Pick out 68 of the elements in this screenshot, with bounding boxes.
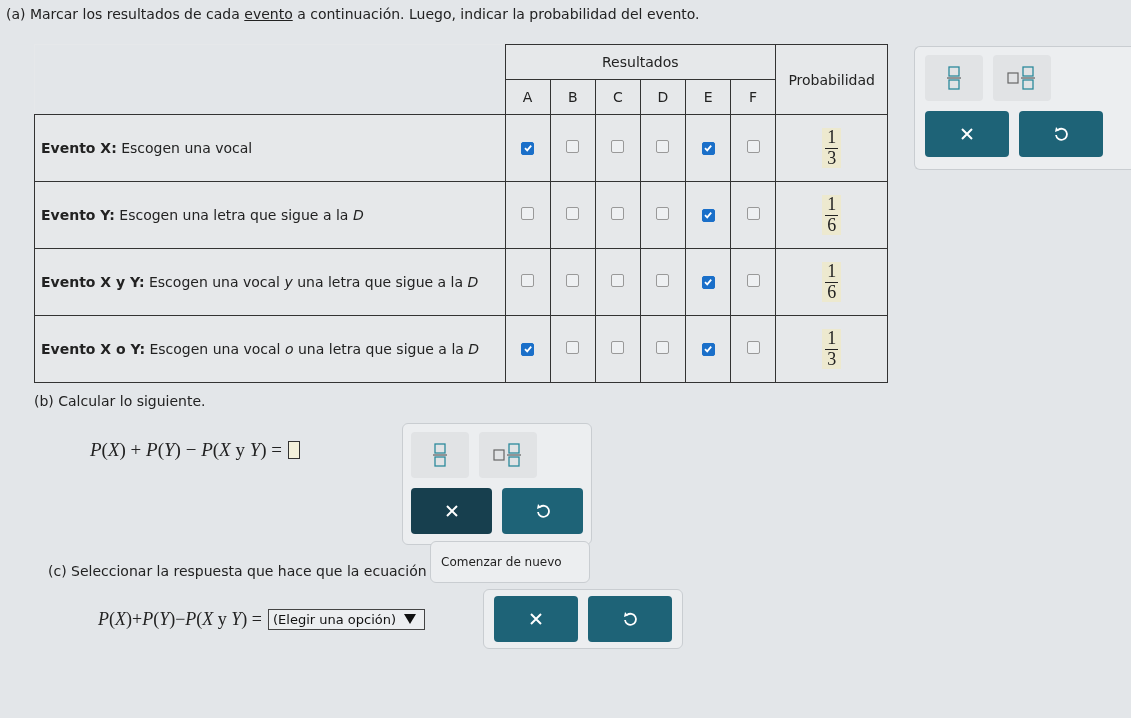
checkbox[interactable] bbox=[521, 342, 535, 356]
event-label: Evento X o Y: Escogen una vocal o una letra que sigue a la D bbox=[41, 341, 480, 357]
checkbox[interactable] bbox=[521, 274, 535, 287]
fraction-button[interactable] bbox=[925, 55, 984, 101]
mixed-number-button[interactable] bbox=[479, 432, 537, 478]
undo-button[interactable] bbox=[588, 596, 673, 642]
undo-button[interactable] bbox=[1019, 111, 1104, 157]
checkbox[interactable] bbox=[521, 141, 535, 155]
table-header: A bbox=[505, 79, 551, 115]
checkbox[interactable] bbox=[701, 275, 715, 289]
checkbox[interactable] bbox=[656, 207, 670, 220]
event-label: Evento X y Y: Escogen una vocal y una letra que sigue a la D bbox=[41, 274, 479, 290]
close-icon bbox=[529, 612, 544, 626]
section-heading: (b) Calcular lo siguiente. bbox=[34, 393, 207, 409]
fraction-button[interactable] bbox=[411, 432, 469, 478]
checkbox[interactable] bbox=[611, 274, 625, 287]
checkbox[interactable] bbox=[611, 341, 625, 354]
checkbox[interactable] bbox=[656, 341, 670, 354]
mixed-number-icon bbox=[1007, 66, 1038, 90]
table-header: Probabilidad bbox=[775, 44, 888, 115]
fraction-icon bbox=[433, 443, 447, 467]
checkbox[interactable] bbox=[566, 207, 580, 220]
checkbox[interactable] bbox=[656, 140, 670, 153]
undo-button[interactable] bbox=[502, 488, 583, 534]
checkbox[interactable] bbox=[746, 207, 760, 220]
undo-icon bbox=[622, 611, 639, 627]
checkbox[interactable] bbox=[656, 274, 670, 287]
table-header: Resultados bbox=[505, 44, 776, 80]
checkbox[interactable] bbox=[746, 341, 760, 354]
dropdown-arrow-icon bbox=[404, 614, 417, 624]
answer-box[interactable] bbox=[288, 441, 301, 459]
probability-fraction: 1 6 bbox=[822, 194, 842, 236]
undo-icon bbox=[534, 503, 551, 519]
evento-link[interactable]: evento bbox=[244, 6, 293, 22]
checkbox[interactable] bbox=[566, 274, 580, 287]
equation: P(X)+P(Y)−P(X y Y) = bbox=[98, 608, 262, 630]
probability-fraction: 1 3 bbox=[822, 328, 842, 370]
undo-icon bbox=[1053, 126, 1070, 142]
checkbox[interactable] bbox=[521, 207, 535, 220]
event-label: Evento Y: Escogen una letra que sigue a la D bbox=[41, 207, 364, 223]
checkbox[interactable] bbox=[566, 341, 580, 354]
probability-fraction: 1 6 bbox=[822, 261, 842, 303]
checkbox[interactable] bbox=[701, 208, 715, 222]
close-icon bbox=[960, 127, 975, 141]
mixed-number-button[interactable] bbox=[993, 55, 1052, 101]
checkbox[interactable] bbox=[701, 342, 715, 356]
event-label: Evento X: Escogen una vocal bbox=[41, 140, 253, 156]
clear-button[interactable] bbox=[494, 596, 579, 642]
fraction-icon bbox=[947, 66, 962, 90]
section-heading: (c) Seleccionar la respuesta que hace que la ecuación bbox=[48, 563, 428, 579]
checkbox[interactable] bbox=[611, 140, 625, 153]
table-header: E bbox=[685, 79, 731, 115]
checkbox[interactable] bbox=[746, 274, 760, 287]
clear-button[interactable] bbox=[925, 111, 1010, 157]
mixed-number-icon bbox=[493, 443, 523, 467]
table-header: D bbox=[640, 79, 686, 115]
equation: P(X) + P(Y) − P(X y Y) = bbox=[90, 439, 283, 461]
checkbox[interactable] bbox=[611, 207, 625, 220]
checkbox[interactable] bbox=[566, 140, 580, 153]
option-dropdown[interactable]: (Elegir una opción) bbox=[268, 608, 426, 630]
table-header: C bbox=[595, 79, 641, 115]
checkbox[interactable] bbox=[701, 141, 715, 155]
probability-fraction: 1 3 bbox=[822, 127, 842, 169]
close-icon bbox=[444, 504, 459, 518]
instruction-text: (a) Marcar los resultados de cada evento a continuación. Luego, indicar la probabilidad del evento. bbox=[6, 6, 701, 22]
checkbox[interactable] bbox=[746, 140, 760, 153]
table-header: B bbox=[550, 79, 596, 115]
tooltip: Comenzar de nuevo bbox=[430, 541, 590, 583]
